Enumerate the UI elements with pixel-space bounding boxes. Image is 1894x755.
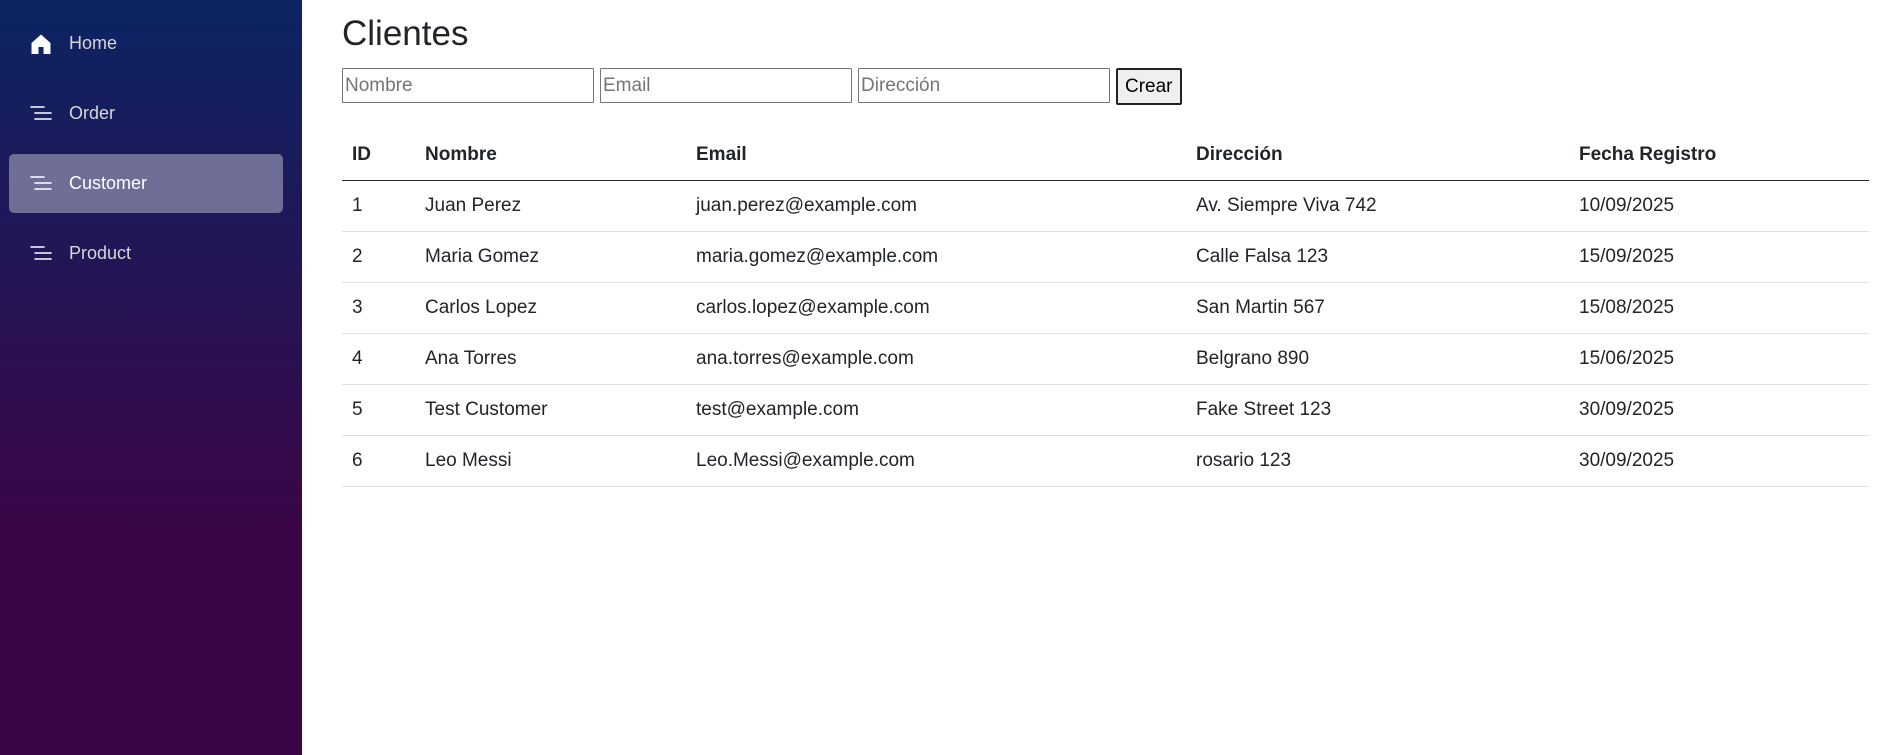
table-row: 1 Juan Perez juan.perez@example.com Av. … bbox=[342, 180, 1869, 232]
cell-direccion: Calle Falsa 123 bbox=[1186, 231, 1569, 283]
cell-direccion: rosario 123 bbox=[1186, 435, 1569, 487]
cell-id: 1 bbox=[342, 180, 415, 232]
column-header-nombre: Nombre bbox=[415, 130, 686, 181]
column-header-direccion: Dirección bbox=[1186, 130, 1569, 181]
cell-fecha-registro: 30/09/2025 bbox=[1569, 435, 1869, 487]
cell-id: 3 bbox=[342, 282, 415, 334]
cell-id: 4 bbox=[342, 333, 415, 385]
cell-fecha-registro: 10/09/2025 bbox=[1569, 180, 1869, 232]
table-row: 2 Maria Gomez maria.gomez@example.com Ca… bbox=[342, 231, 1869, 283]
list-icon bbox=[29, 172, 53, 196]
sidebar-item-label: Order bbox=[69, 103, 116, 123]
sidebar-item-customer[interactable]: Customer bbox=[9, 154, 283, 213]
table-header-row: ID Nombre Email Dirección Fecha Registro bbox=[342, 130, 1869, 181]
cell-id: 6 bbox=[342, 435, 415, 487]
column-header-email: Email bbox=[686, 130, 1186, 181]
nombre-input[interactable] bbox=[342, 68, 594, 103]
cell-fecha-registro: 30/09/2025 bbox=[1569, 384, 1869, 436]
create-button[interactable]: Crear bbox=[1116, 68, 1182, 105]
email-input[interactable] bbox=[600, 68, 852, 103]
cell-email: test@example.com bbox=[686, 384, 1186, 436]
cell-nombre: Carlos Lopez bbox=[415, 282, 686, 334]
cell-email: Leo.Messi@example.com bbox=[686, 435, 1186, 487]
cell-email: ana.torres@example.com bbox=[686, 333, 1186, 385]
cell-nombre: Maria Gomez bbox=[415, 231, 686, 283]
sidebar-item-order[interactable]: Order bbox=[9, 84, 283, 143]
cell-fecha-registro: 15/08/2025 bbox=[1569, 282, 1869, 334]
cell-direccion: Av. Siempre Viva 742 bbox=[1186, 180, 1569, 232]
sidebar-item-home[interactable]: Home bbox=[9, 14, 283, 73]
page-title: Clientes bbox=[342, 14, 469, 53]
column-header-id: ID bbox=[342, 130, 415, 181]
customers-table: ID Nombre Email Dirección Fecha Registro… bbox=[342, 130, 1869, 487]
cell-direccion: Belgrano 890 bbox=[1186, 333, 1569, 385]
table-row: 4 Ana Torres ana.torres@example.com Belg… bbox=[342, 333, 1869, 385]
home-icon bbox=[29, 32, 53, 56]
cell-id: 5 bbox=[342, 384, 415, 436]
list-icon bbox=[29, 242, 53, 266]
column-header-fecha-registro: Fecha Registro bbox=[1569, 130, 1869, 181]
sidebar-item-label: Customer bbox=[69, 173, 148, 193]
table-row: 5 Test Customer test@example.com Fake St… bbox=[342, 384, 1869, 436]
cell-nombre: Juan Perez bbox=[415, 180, 686, 232]
table-row: 3 Carlos Lopez carlos.lopez@example.com … bbox=[342, 282, 1869, 334]
direccion-input[interactable] bbox=[858, 68, 1110, 103]
cell-email: maria.gomez@example.com bbox=[686, 231, 1186, 283]
sidebar-item-product[interactable]: Product bbox=[9, 224, 283, 283]
sidebar: Home Order Customer Product bbox=[0, 0, 302, 755]
cell-email: carlos.lopez@example.com bbox=[686, 282, 1186, 334]
cell-fecha-registro: 15/09/2025 bbox=[1569, 231, 1869, 283]
cell-direccion: Fake Street 123 bbox=[1186, 384, 1569, 436]
list-icon bbox=[29, 102, 53, 126]
cell-nombre: Leo Messi bbox=[415, 435, 686, 487]
cell-nombre: Test Customer bbox=[415, 384, 686, 436]
create-customer-form: Crear bbox=[342, 68, 1182, 105]
cell-nombre: Ana Torres bbox=[415, 333, 686, 385]
table-row: 6 Leo Messi Leo.Messi@example.com rosari… bbox=[342, 435, 1869, 487]
cell-id: 2 bbox=[342, 231, 415, 283]
cell-fecha-registro: 15/06/2025 bbox=[1569, 333, 1869, 385]
sidebar-item-label: Home bbox=[69, 33, 118, 53]
cell-email: juan.perez@example.com bbox=[686, 180, 1186, 232]
cell-direccion: San Martin 567 bbox=[1186, 282, 1569, 334]
sidebar-item-label: Product bbox=[69, 243, 132, 263]
